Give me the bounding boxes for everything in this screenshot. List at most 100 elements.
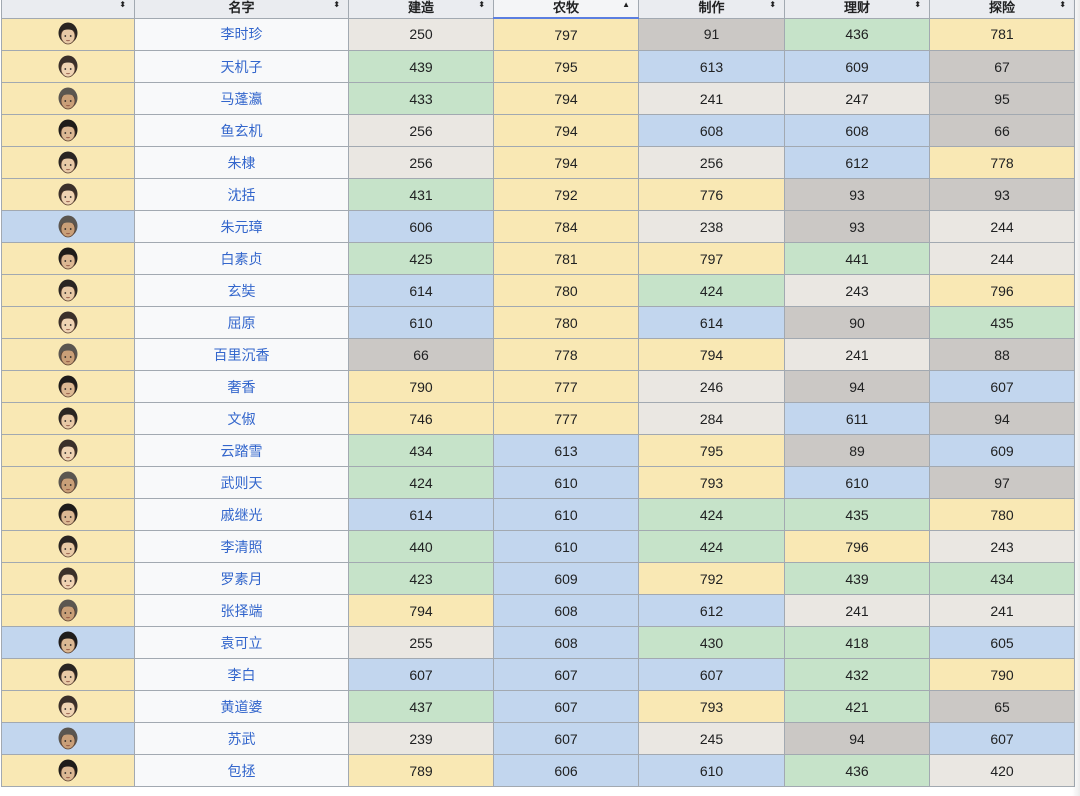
table-row: 马蓬瀛 433 794 241 247 95 <box>1 82 1075 115</box>
table-row: 黄道婆 437 607 793 421 65 <box>1 690 1075 723</box>
character-name-link[interactable]: 黄道婆 <box>221 699 263 715</box>
finance-value-cell: 610 <box>784 466 930 499</box>
craft-value-cell: 797 <box>638 242 785 275</box>
character-name-link[interactable]: 袁可立 <box>221 635 263 651</box>
character-name-link[interactable]: 苏武 <box>228 731 256 747</box>
character-name-link[interactable]: 云踏雪 <box>221 443 263 459</box>
character-name-link[interactable]: 奢香 <box>228 379 256 395</box>
explore-value-cell: 605 <box>929 626 1075 659</box>
character-name-link[interactable]: 玄奘 <box>228 283 256 299</box>
finance-value-cell: 432 <box>784 658 930 691</box>
table-row: 鱼玄机 256 794 608 608 66 <box>1 114 1075 147</box>
table-row: 李清照 440 610 424 796 243 <box>1 530 1075 563</box>
name-cell: 李时珍 <box>134 17 349 51</box>
character-portrait-icon <box>58 727 78 749</box>
farm-value-cell: 797 <box>493 17 639 51</box>
explore-value-cell: 435 <box>929 306 1075 339</box>
build-value-cell: 610 <box>348 306 494 339</box>
portrait-cell <box>1 402 135 435</box>
craft-value-cell: 793 <box>638 690 785 723</box>
header-build[interactable]: 建造 ⬍ <box>348 0 494 19</box>
character-portrait-icon <box>58 343 78 365</box>
craft-value-cell: 610 <box>638 754 785 787</box>
header-label: 理财 <box>843 0 870 15</box>
table-row: 李白 607 607 607 432 790 <box>1 658 1075 691</box>
character-name-link[interactable]: 张择端 <box>221 603 263 619</box>
sort-toggle-icon[interactable]: ⬍ <box>333 0 340 11</box>
explore-value-cell: 243 <box>929 530 1075 563</box>
build-value-cell: 256 <box>348 146 494 179</box>
portrait-cell <box>1 274 135 307</box>
finance-value-cell: 608 <box>784 114 930 147</box>
character-name-link[interactable]: 朱元璋 <box>221 219 263 235</box>
farm-value-cell: 781 <box>493 242 639 275</box>
header-farm[interactable]: 农牧 ▲ <box>493 0 639 19</box>
finance-value-cell: 90 <box>784 306 930 339</box>
sort-toggle-icon[interactable]: ⬍ <box>769 0 776 11</box>
character-name-link[interactable]: 沈括 <box>228 187 256 203</box>
craft-value-cell: 256 <box>638 146 785 179</box>
name-cell: 武则天 <box>134 466 349 499</box>
character-name-link[interactable]: 马蓬瀛 <box>221 91 263 107</box>
build-value-cell: 614 <box>348 498 494 531</box>
character-portrait-icon <box>58 279 78 301</box>
portrait-cell <box>1 210 135 243</box>
character-name-link[interactable]: 鱼玄机 <box>221 123 263 139</box>
build-value-cell: 433 <box>348 82 494 115</box>
explore-value-cell: 67 <box>929 50 1075 83</box>
build-value-cell: 606 <box>348 210 494 243</box>
explore-value-cell: 66 <box>929 114 1075 147</box>
character-name-link[interactable]: 李清照 <box>221 539 263 555</box>
character-name-link[interactable]: 罗素月 <box>221 571 263 587</box>
character-name-link[interactable]: 戚继光 <box>221 507 263 523</box>
craft-value-cell: 608 <box>638 114 785 147</box>
character-portrait-icon <box>58 55 78 77</box>
sort-toggle-icon[interactable]: ⬍ <box>914 0 921 11</box>
finance-value-cell: 439 <box>784 562 930 595</box>
character-name-link[interactable]: 李白 <box>228 667 256 683</box>
craft-value-cell: 793 <box>638 466 785 499</box>
explore-value-cell: 607 <box>929 370 1075 403</box>
header-label: 名字 <box>228 0 255 15</box>
sort-toggle-icon[interactable]: ⬍ <box>119 0 126 11</box>
craft-value-cell: 795 <box>638 434 785 467</box>
character-name-link[interactable]: 武则天 <box>221 475 263 491</box>
finance-value-cell: 436 <box>784 754 930 787</box>
character-name-link[interactable]: 白素贞 <box>221 251 263 267</box>
sort-toggle-icon[interactable]: ⬍ <box>1059 0 1066 11</box>
finance-value-cell: 611 <box>784 402 930 435</box>
table-row: 武则天 424 610 793 610 97 <box>1 466 1075 499</box>
header-finance[interactable]: 理财 ⬍ <box>784 0 930 19</box>
character-name-link[interactable]: 李时珍 <box>221 26 263 42</box>
header-craft[interactable]: 制作 ⬍ <box>638 0 785 19</box>
explore-value-cell: 244 <box>929 210 1075 243</box>
character-portrait-icon <box>58 311 78 333</box>
build-value-cell: 434 <box>348 434 494 467</box>
finance-value-cell: 247 <box>784 82 930 115</box>
character-name-link[interactable]: 天机子 <box>221 59 263 75</box>
header-explore[interactable]: 探险 ⬍ <box>929 0 1075 19</box>
name-cell: 李清照 <box>134 530 349 563</box>
portrait-cell <box>1 498 135 531</box>
character-name-link[interactable]: 朱棣 <box>228 155 256 171</box>
build-value-cell: 250 <box>348 17 494 51</box>
name-cell: 云踏雪 <box>134 434 349 467</box>
name-cell: 鱼玄机 <box>134 114 349 147</box>
build-value-cell: 789 <box>348 754 494 787</box>
portrait-cell <box>1 658 135 691</box>
character-name-link[interactable]: 包拯 <box>228 763 256 779</box>
name-cell: 朱元璋 <box>134 210 349 243</box>
name-cell: 白素贞 <box>134 242 349 275</box>
character-name-link[interactable]: 文俶 <box>228 411 256 427</box>
header-name[interactable]: 名字 ⬍ <box>134 0 349 19</box>
craft-value-cell: 607 <box>638 658 785 691</box>
craft-value-cell: 613 <box>638 50 785 83</box>
portrait-cell <box>1 114 135 147</box>
farm-value-cell: 777 <box>493 402 639 435</box>
header-portrait[interactable]: ⬍ <box>1 0 135 19</box>
table-row: 朱元璋 606 784 238 93 244 <box>1 210 1075 243</box>
character-name-link[interactable]: 百里沉香 <box>214 347 270 363</box>
sort-toggle-icon[interactable]: ▲ <box>622 0 630 11</box>
sort-toggle-icon[interactable]: ⬍ <box>478 0 485 11</box>
character-name-link[interactable]: 屈原 <box>228 315 256 331</box>
